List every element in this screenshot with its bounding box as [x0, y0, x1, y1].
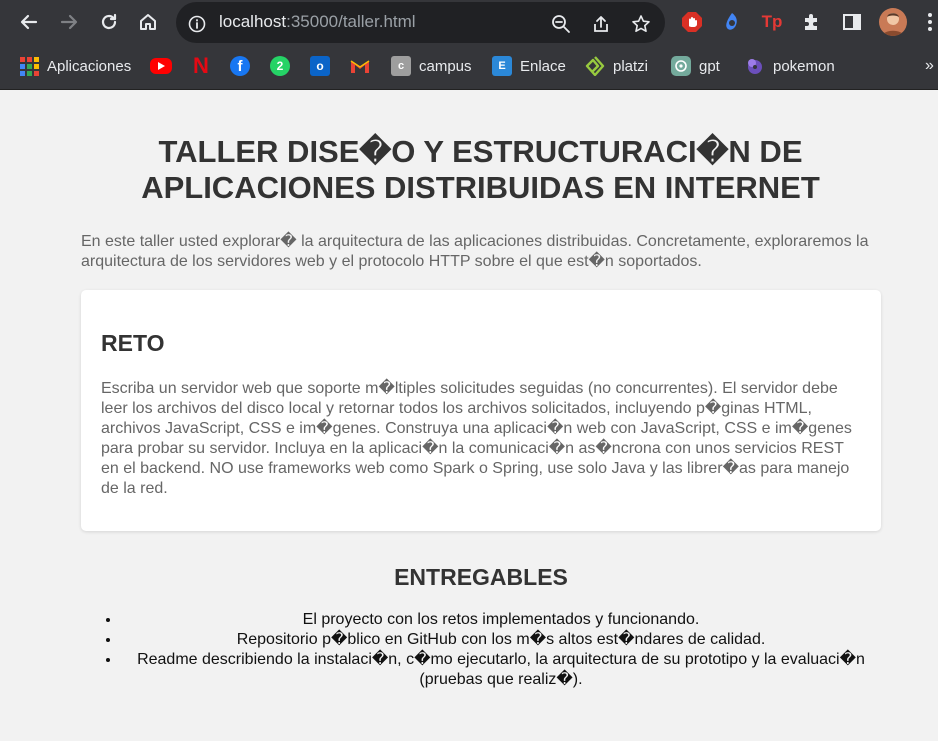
wallet-extension-icon[interactable] — [721, 11, 743, 33]
bookmark-gmail[interactable] — [350, 55, 370, 77]
bookmark-whatsapp[interactable]: 2 — [270, 55, 290, 77]
bookmark-netflix[interactable]: N — [193, 55, 209, 77]
pokemon-icon — [745, 56, 765, 76]
back-arrow-icon — [20, 14, 38, 30]
extensions-puzzle-icon[interactable] — [801, 11, 823, 33]
share-icon[interactable] — [590, 13, 612, 35]
bookmark-label: gpt — [699, 57, 720, 75]
gmail-icon — [350, 58, 370, 74]
home-icon — [140, 14, 156, 30]
facebook-icon: f — [230, 56, 250, 76]
browser-toolbar: localhost:35000/taller.html Tp — [0, 0, 938, 45]
reto-heading: RETO — [101, 330, 165, 356]
bookmark-outlook[interactable]: o — [310, 55, 330, 77]
page-title: TALLER DISE�O Y ESTRUCTURACI�N DE APLICA… — [141, 134, 820, 205]
zoom-icon[interactable] — [550, 13, 572, 35]
netflix-icon: N — [193, 53, 209, 78]
list-item: El proyecto con los retos implementados … — [121, 610, 881, 630]
url-text[interactable]: localhost:35000/taller.html — [219, 11, 416, 33]
bookmark-pokemon[interactable]: pokemon — [745, 55, 835, 77]
bookmarks-bar: Aplicaciones N f 2 o c campus E Enlace p… — [0, 45, 938, 90]
apps-grid-icon — [20, 56, 39, 76]
outlook-icon: o — [310, 56, 330, 76]
forward-arrow-icon — [60, 14, 78, 30]
bookmark-aplicaciones[interactable]: Aplicaciones — [20, 55, 131, 77]
campus-icon: c — [391, 56, 411, 76]
bookmark-platzi[interactable]: platzi — [585, 55, 648, 77]
menu-kebab-icon[interactable] — [922, 11, 938, 33]
tp-extension-icon[interactable]: Tp — [761, 11, 783, 33]
bookmarks-overflow-button[interactable]: » — [925, 55, 934, 77]
bookmark-label: campus — [419, 57, 472, 75]
url-host: localhost — [219, 12, 287, 31]
forward-button[interactable] — [55, 8, 83, 36]
info-icon[interactable] — [186, 13, 208, 35]
reload-button[interactable] — [95, 8, 123, 36]
home-button[interactable] — [134, 8, 162, 36]
bookmark-star-icon[interactable] — [630, 13, 652, 35]
reto-card: RETO Escriba un servidor web que soporte… — [81, 290, 881, 531]
bookmark-facebook[interactable]: f — [230, 55, 250, 77]
url-path: :35000/taller.html — [286, 12, 416, 31]
reto-text: Escriba un servidor web que soporte m�lt… — [101, 380, 852, 497]
bookmark-campus[interactable]: c campus — [391, 55, 472, 77]
entregables-list: El proyecto con los retos implementados … — [81, 610, 881, 690]
openai-icon — [671, 56, 691, 76]
intro-paragraph: En este taller usted explorar� la arquit… — [81, 233, 869, 270]
list-item: Repositorio p�blico en GitHub con los m�… — [121, 630, 881, 650]
bookmark-label: pokemon — [773, 57, 835, 75]
youtube-icon — [150, 58, 172, 74]
entregables-heading: ENTREGABLES — [394, 564, 568, 590]
overflow-chevron: » — [925, 57, 934, 74]
whatsapp-icon: 2 — [270, 56, 290, 76]
bookmark-label: platzi — [613, 57, 649, 75]
page-content: TALLER DISE�O Y ESTRUCTURACI�N DE APLICA… — [0, 90, 938, 741]
reload-icon — [101, 13, 117, 30]
side-panel-icon[interactable] — [841, 11, 863, 33]
adblock-extension-icon[interactable] — [681, 11, 703, 33]
list-item: Readme describiendo la instalaci�n, c�mo… — [121, 650, 881, 690]
bookmark-enlace[interactable]: E Enlace — [492, 55, 566, 77]
bookmark-youtube[interactable] — [150, 55, 172, 77]
bookmark-gpt[interactable]: gpt — [671, 55, 720, 77]
bookmark-label: Enlace — [520, 57, 566, 75]
enlace-icon: E — [492, 56, 512, 76]
bookmark-label: Aplicaciones — [47, 57, 132, 75]
profile-avatar[interactable] — [879, 8, 907, 36]
platzi-icon — [585, 56, 605, 77]
back-button[interactable] — [15, 8, 43, 36]
